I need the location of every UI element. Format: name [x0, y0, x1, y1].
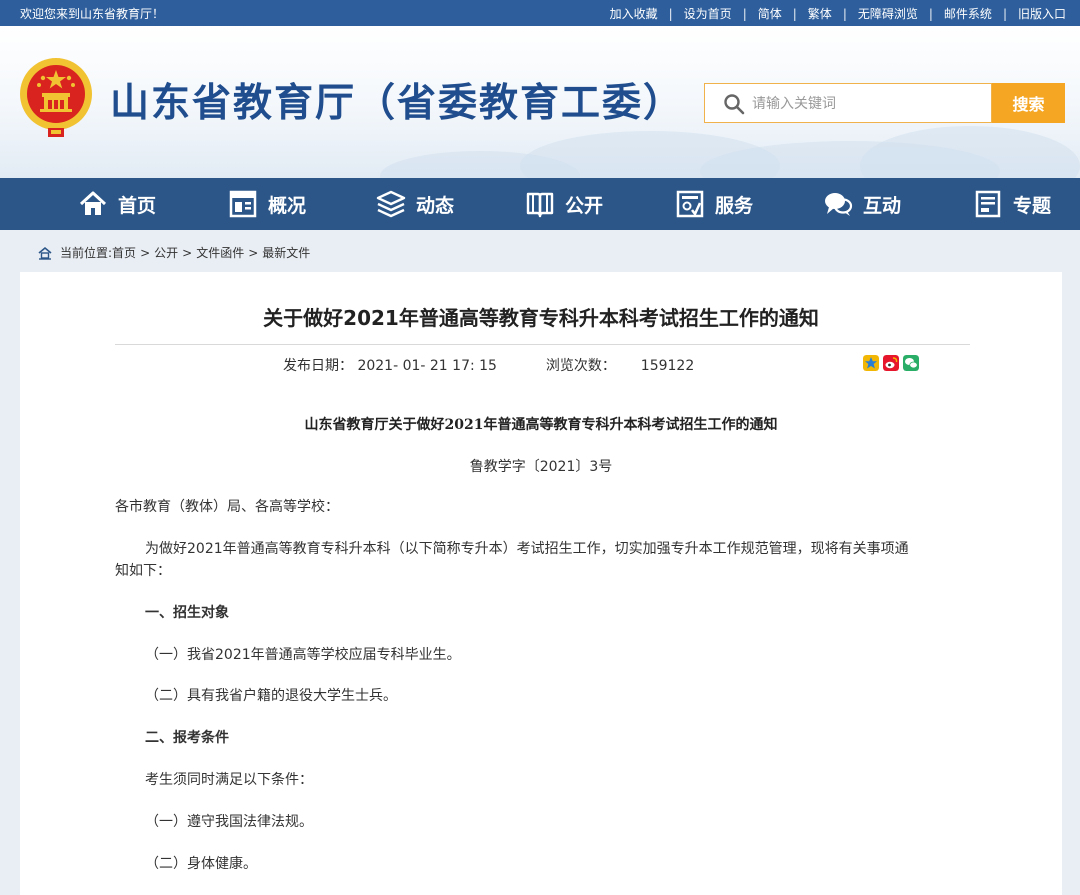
document-number: 鲁教学字〔2021〕3号 [469, 459, 613, 475]
search-input[interactable] [752, 92, 982, 116]
breadcrumb-arrow: > [248, 245, 259, 260]
article-meta: 发布日期： 2021- 01- 21 17: 15 浏览次数： 159122 [283, 355, 694, 375]
wechat-icon[interactable] [903, 355, 919, 371]
section2-item-2: （二）身体健康。 [145, 856, 257, 872]
views-label: 浏览次数： [545, 358, 616, 374]
welcome-text: 欢迎您来到山东省教育厅！ [20, 7, 165, 21]
nav-item-label: 服务 [715, 194, 754, 217]
separator: | [742, 6, 747, 21]
breadcrumb-arrow: > [140, 245, 151, 260]
breadcrumb-home-icon [38, 246, 52, 260]
separator: | [792, 6, 797, 21]
topic-icon [975, 190, 1001, 218]
nav-item-overview[interactable]: 概况 [228, 178, 306, 230]
nav-item-label: 首页 [118, 194, 157, 217]
search-icon [724, 94, 745, 115]
nav-item-label: 公开 [565, 194, 604, 217]
article-title: 关于做好2021年普通高等教育专科升本科考试招生工作的通知 [263, 306, 819, 330]
nav-item-public[interactable]: 公开 [525, 178, 603, 230]
intro-paragraph-line1: 为做好2021年普通高等教育专科升本科（以下简称专升本）考试招生工作，切实加强专… [145, 541, 909, 557]
top-bar: 欢迎您来到山东省教育厅！ 加入收藏 | 设为首页 | 简体 | 繁体 | 无障碍… [0, 0, 1080, 26]
national-emblem-icon [20, 58, 92, 137]
simplified-chinese-link[interactable]: 简体 [758, 5, 782, 22]
set-homepage-link[interactable]: 设为首页 [684, 5, 732, 22]
search-button[interactable]: 搜索 [992, 83, 1065, 123]
nav-item-label: 动态 [416, 194, 455, 217]
breadcrumb: 当前位置: 首页 > 公开 > 文件函件 > 最新文件 [38, 244, 310, 261]
breadcrumb-latest-files[interactable]: 最新文件 [262, 244, 310, 261]
nav-item-home[interactable]: 首页 [78, 178, 156, 230]
intro-paragraph-line2: 知如下： [115, 563, 171, 579]
chat-icon [825, 193, 853, 216]
nav-item-topics[interactable]: 专题 [973, 178, 1051, 230]
title-divider [115, 344, 970, 345]
home-icon [79, 191, 107, 215]
section-heading-1: 一、招生对象 [145, 605, 229, 621]
nav-item-label: 互动 [863, 194, 902, 217]
date-value: 2021- 01- 21 17: 15 [357, 358, 497, 374]
section1-item-1: （一）我省2021年普通高等学校应届专科毕业生。 [145, 647, 461, 663]
traditional-chinese-link[interactable]: 繁体 [808, 5, 832, 22]
views-value: 159122 [640, 358, 695, 374]
section-heading-2: 二、报考条件 [145, 730, 229, 746]
section1-item-2: （二）具有我省户籍的退役大学生士兵。 [145, 688, 397, 704]
article-panel: 关于做好2021年普通高等教育专科升本科考试招生工作的通知 发布日期： 2021… [20, 272, 1062, 895]
weibo-icon[interactable] [883, 355, 899, 371]
header-cloud-decoration [860, 126, 1080, 178]
breadcrumb-public[interactable]: 公开 [154, 244, 178, 261]
nav-item-news[interactable]: 动态 [376, 178, 454, 230]
date-label: 发布日期： [283, 358, 353, 374]
salutation: 各市教育（教体）局、各高等学校： [115, 499, 339, 515]
breadcrumb-home[interactable]: 首页 [112, 244, 136, 261]
top-links: 加入收藏 | 设为首页 | 简体 | 繁体 | 无障碍浏览 | 邮件系统 | 旧… [610, 5, 1066, 22]
service-icon [676, 190, 704, 218]
site-header: 山东省教育厅（省委教育工委） 搜索 [0, 26, 1080, 178]
nav-item-interaction[interactable]: 互动 [823, 178, 901, 230]
nav-item-service[interactable]: 服务 [675, 178, 753, 230]
share-buttons [863, 355, 923, 371]
separator: | [1002, 6, 1007, 21]
document-title: 山东省教育厅关于做好2021年普通高等教育专科升本科考试招生工作的通知 [304, 417, 778, 433]
mail-system-link[interactable]: 邮件系统 [944, 5, 992, 22]
qzone-icon[interactable] [863, 355, 879, 371]
accessibility-link[interactable]: 无障碍浏览 [858, 5, 918, 22]
old-version-link[interactable]: 旧版入口 [1018, 5, 1066, 22]
separator: | [928, 6, 933, 21]
nav-item-label: 概况 [268, 194, 307, 217]
separator: | [668, 6, 673, 21]
search-box [704, 83, 992, 123]
main-nav: 首页 概况 动态 公开 服务 互动 专题 [0, 178, 1080, 230]
overview-icon [229, 190, 257, 218]
section2-item-1: （一）遵守我国法律法规。 [145, 814, 313, 830]
separator: | [842, 6, 847, 21]
section2-intro: 考生须同时满足以下条件： [145, 772, 313, 788]
add-favorite-link[interactable]: 加入收藏 [610, 5, 658, 22]
book-icon [526, 192, 554, 218]
breadcrumb-prefix: 当前位置: [60, 246, 113, 260]
nav-item-label: 专题 [1013, 194, 1052, 217]
news-stack-icon [376, 190, 406, 218]
breadcrumb-documents[interactable]: 文件函件 [196, 244, 244, 261]
breadcrumb-arrow: > [182, 245, 193, 260]
site-title: 山东省教育厅（省委教育工委） [110, 81, 685, 126]
